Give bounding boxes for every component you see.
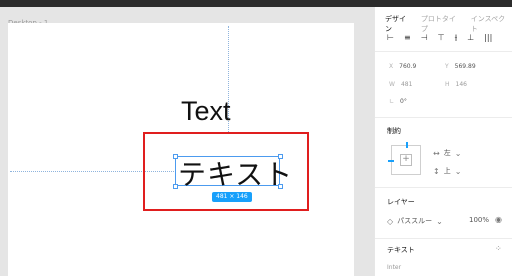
x-field[interactable]: X 760.9 — [389, 63, 416, 70]
align-center-h-icon[interactable]: ≡ — [404, 33, 411, 43]
align-top-icon[interactable]: ⊤ — [438, 33, 445, 43]
horizontal-arrows-icon: ↔ — [433, 148, 440, 158]
align-right-icon[interactable]: ⊣ — [421, 33, 428, 43]
width-field[interactable]: W 481 — [389, 81, 412, 88]
height-field[interactable]: H 146 — [445, 81, 467, 88]
top-toolbar — [0, 0, 512, 7]
divider — [375, 51, 512, 52]
text-layer-english[interactable]: Text — [181, 96, 231, 127]
constraint-left-bar[interactable] — [388, 160, 394, 162]
blend-mode-icon: ◇ — [387, 216, 394, 226]
text-styles-button[interactable]: ⁘ — [495, 244, 502, 253]
distribute-icon[interactable]: ||| — [484, 33, 492, 43]
vertical-constraint-select[interactable]: ↕ 上 ⌄ — [433, 166, 461, 176]
vertical-arrows-icon: ↕ — [433, 166, 440, 176]
opacity-field[interactable]: 100% — [469, 216, 489, 224]
align-bottom-icon[interactable]: ⊥ — [467, 33, 474, 43]
tab-inspect[interactable]: インスペクト — [471, 14, 512, 34]
plus-icon: + — [400, 154, 412, 166]
y-field[interactable]: Y 569.89 — [445, 63, 476, 70]
chevron-down-icon: ⌄ — [436, 216, 443, 226]
layer-title: レイヤー — [387, 198, 415, 206]
visibility-toggle[interactable]: ◉ — [495, 215, 502, 224]
properties-panel: デザイン プロトタイプ インスペクト ⊢ ≡ ⊣ ⊤ ⫲ ⊥ ||| X 760.… — [374, 7, 512, 276]
eye-icon: ◉ — [495, 215, 502, 224]
constraints-title: 制約 — [387, 127, 401, 135]
chevron-down-icon: ⌄ — [454, 148, 462, 158]
horizontal-constraint-select[interactable]: ↔ 左 ⌄ — [433, 148, 461, 158]
constraints-widget[interactable]: + — [388, 142, 421, 175]
alignment-toolbar: ⊢ ≡ ⊣ ⊤ ⫲ ⊥ ||| — [387, 33, 492, 43]
blend-mode-select[interactable]: ◇ パススルー ⌄ — [387, 216, 443, 226]
tab-prototype[interactable]: プロトタイプ — [421, 14, 463, 34]
dimensions-badge: 481 × 146 — [212, 192, 252, 202]
align-left-icon[interactable]: ⊢ — [387, 33, 394, 43]
text-layer-japanese[interactable]: テキスト — [178, 153, 293, 193]
divider — [375, 187, 512, 188]
constraint-top-bar[interactable] — [406, 142, 408, 148]
align-center-v-icon[interactable]: ⫲ — [455, 33, 458, 43]
divider — [375, 238, 512, 239]
divider — [375, 117, 512, 118]
tab-design[interactable]: デザイン — [385, 14, 413, 34]
rotation-field[interactable]: ∟ 0° — [389, 98, 407, 105]
text-section-title: テキスト — [387, 246, 415, 254]
font-family-select[interactable]: Inter — [387, 264, 401, 271]
grid-dots-icon: ⁘ — [495, 244, 502, 253]
panel-tabs: デザイン プロトタイプ インスペクト — [385, 14, 512, 34]
chevron-down-icon: ⌄ — [454, 166, 462, 176]
